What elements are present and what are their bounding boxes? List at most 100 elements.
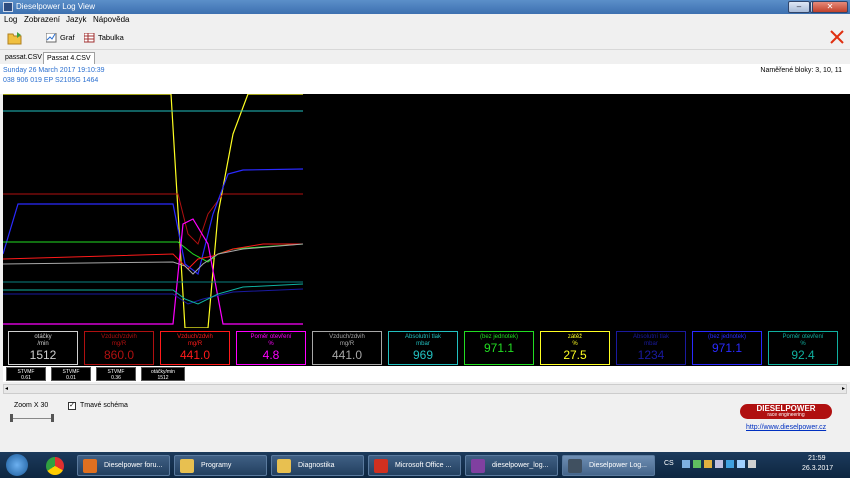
card-unit: /min <box>37 341 49 347</box>
menu-zobrazeni[interactable]: Zobrazení <box>24 15 60 24</box>
graf-button[interactable]: Graf <box>46 30 75 46</box>
window-title: Dieselpower Log View <box>16 2 96 11</box>
tray-icon[interactable] <box>682 460 690 468</box>
card-otacky[interactable]: otáčky /min 1512 <box>8 331 78 365</box>
horizontal-scrollbar[interactable]: ◂ ▸ <box>3 384 847 394</box>
log-date: Sunday 26 March 2017 19:10:39 <box>3 67 105 74</box>
minimize-button[interactable]: – <box>788 1 810 13</box>
card-vzduch-2[interactable]: Vzduch/zdvih mg/R 441.0 <box>160 331 230 365</box>
mini-card[interactable]: STVMF 0.61 <box>6 367 46 381</box>
value-cards: otáčky /min 1512 Vzduch/zdvih mg/R 860.0… <box>3 328 850 366</box>
card-unit: mbar <box>416 341 430 347</box>
log-graph[interactable] <box>2 93 850 329</box>
title-bar: Dieselpower Log View – □ ✕ <box>0 0 850 14</box>
card-value: 969 <box>412 348 434 362</box>
card-name: otáčky <box>34 334 52 340</box>
archive-icon <box>471 459 485 473</box>
app-icon <box>568 459 582 473</box>
mini-value: 0.01 <box>66 375 76 381</box>
scroll-left-icon[interactable]: ◂ <box>5 385 8 393</box>
close-file-icon[interactable] <box>830 30 844 44</box>
card-vzduch-3[interactable]: Vzduch/zdvih mg/R 441.0 <box>312 331 382 365</box>
tray-icon[interactable] <box>726 460 734 468</box>
card-name: zátěž <box>567 334 583 340</box>
task-diagnostika[interactable]: Diagnostika <box>271 455 364 476</box>
card-unit: % <box>800 341 806 347</box>
card-name: Poměr otevření <box>782 334 824 340</box>
task-microsoft-office[interactable]: Microsoft Office ... <box>368 455 461 476</box>
trace-dark-red <box>3 193 303 245</box>
tabulka-button[interactable]: Tabulka <box>84 30 124 46</box>
card-name: (bez jednotek) <box>707 334 747 340</box>
dieselpower-link[interactable]: http://www.dieselpower.cz <box>746 424 826 431</box>
card-name: Vzduch/zdvih <box>177 334 213 340</box>
mini-card[interactable]: STVMF 0.01 <box>51 367 91 381</box>
bottom-panel: Zoom X 30 ✓ Tmavé schéma DIESELPOWER rac… <box>0 396 850 442</box>
tab-passat[interactable]: passat.CSV <box>2 52 45 64</box>
scroll-right-icon[interactable]: ▸ <box>842 385 845 393</box>
dark-scheme-checkbox[interactable]: ✓ <box>68 402 76 410</box>
toolbar: Graf Tabulka <box>0 26 850 50</box>
tray-icon[interactable] <box>704 460 712 468</box>
mini-value: 0.61 <box>21 375 31 381</box>
tab-passat-4[interactable]: Passat 4.CSV <box>43 52 95 64</box>
firefox-icon <box>83 459 97 473</box>
measured-blocks: Naměřené bloky: 3, 10, 11 <box>760 67 842 74</box>
mini-card[interactable]: otáčky/min 1512 <box>141 367 185 381</box>
mini-value: 0.36 <box>111 375 121 381</box>
graph-icon <box>46 33 57 43</box>
mini-value: 1512 <box>157 375 169 381</box>
volume-icon[interactable] <box>748 460 756 468</box>
mini-card[interactable]: STVMF 0.36 <box>96 367 136 381</box>
card-bez-jednotek-1[interactable]: (bez jednotek) 971.1 <box>464 331 534 365</box>
open-folder-icon[interactable] <box>7 31 23 45</box>
start-button[interactable] <box>6 454 28 476</box>
zoom-slider[interactable] <box>10 414 54 422</box>
task-programy[interactable]: Programy <box>174 455 267 476</box>
task-label: dieselpower_log... <box>492 462 549 469</box>
card-value: 860.0 <box>103 348 135 362</box>
mini-cards: STVMF 0.61 STVMF 0.01 STVMF 0.36 otáčky/… <box>3 366 850 382</box>
tabulka-label: Tabulka <box>98 33 124 42</box>
close-window-button[interactable]: ✕ <box>812 1 848 13</box>
brand-tagline: race engineering <box>767 412 805 418</box>
graph-canvas <box>2 93 304 329</box>
menu-napoveda[interactable]: Nápověda <box>93 15 129 24</box>
card-name: Vzduch/zdvih <box>329 334 365 340</box>
card-name: Vzduch/zdvih <box>101 334 137 340</box>
card-unit: mbar <box>644 341 658 347</box>
language-indicator[interactable]: CS <box>664 460 674 467</box>
card-pomer-1[interactable]: Poměr otevření % 4.8 <box>236 331 306 365</box>
card-name: (bez jednotek) <box>479 334 519 340</box>
card-zatez[interactable]: zátěž % 27.5 <box>540 331 610 365</box>
card-value: 4.8 <box>262 348 280 362</box>
card-absolutni-tlak-2[interactable]: Absolutní tlak mbar 1234 <box>616 331 686 365</box>
clock-date[interactable]: 26.3.2017 <box>802 465 833 472</box>
card-vzduch-1[interactable]: Vzduch/zdvih mg/R 860.0 <box>84 331 154 365</box>
card-name: Absolutní tlak <box>404 334 442 340</box>
tray-icon[interactable] <box>693 460 701 468</box>
task-dieselpower-log-archive[interactable]: dieselpower_log... <box>465 455 558 476</box>
system-tray <box>682 460 782 470</box>
clock-time[interactable]: 21:59 <box>808 455 826 462</box>
card-value: 92.4 <box>791 348 815 362</box>
chrome-icon[interactable] <box>46 457 64 475</box>
menu-jazyk[interactable]: Jazyk <box>66 15 86 24</box>
trace-blue <box>2 168 304 276</box>
task-dieselpower-forum[interactable]: Dieselpower foru... <box>77 455 170 476</box>
card-name: Absolutní tlak <box>632 334 670 340</box>
trace-magenta <box>3 218 303 325</box>
card-pomer-2[interactable]: Poměr otevření % 92.4 <box>768 331 838 365</box>
menu-bar: Log Zobrazení Jazyk Nápověda <box>0 14 850 26</box>
task-label: Programy <box>201 462 232 469</box>
card-bez-jednotek-2[interactable]: (bez jednotek) 971.1 <box>692 331 762 365</box>
card-value: 441.0 <box>331 348 363 362</box>
menu-log[interactable]: Log <box>4 15 17 24</box>
network-icon[interactable] <box>737 460 745 468</box>
card-value: 1512 <box>29 348 57 362</box>
task-dieselpower-log-view[interactable]: Dieselpower Log... <box>562 455 655 476</box>
zoom-label: Zoom X 30 <box>14 402 49 409</box>
dark-scheme-label: Tmavé schéma <box>80 402 128 409</box>
card-absolutni-tlak-1[interactable]: Absolutní tlak mbar 969 <box>388 331 458 365</box>
flag-icon[interactable] <box>715 460 723 468</box>
